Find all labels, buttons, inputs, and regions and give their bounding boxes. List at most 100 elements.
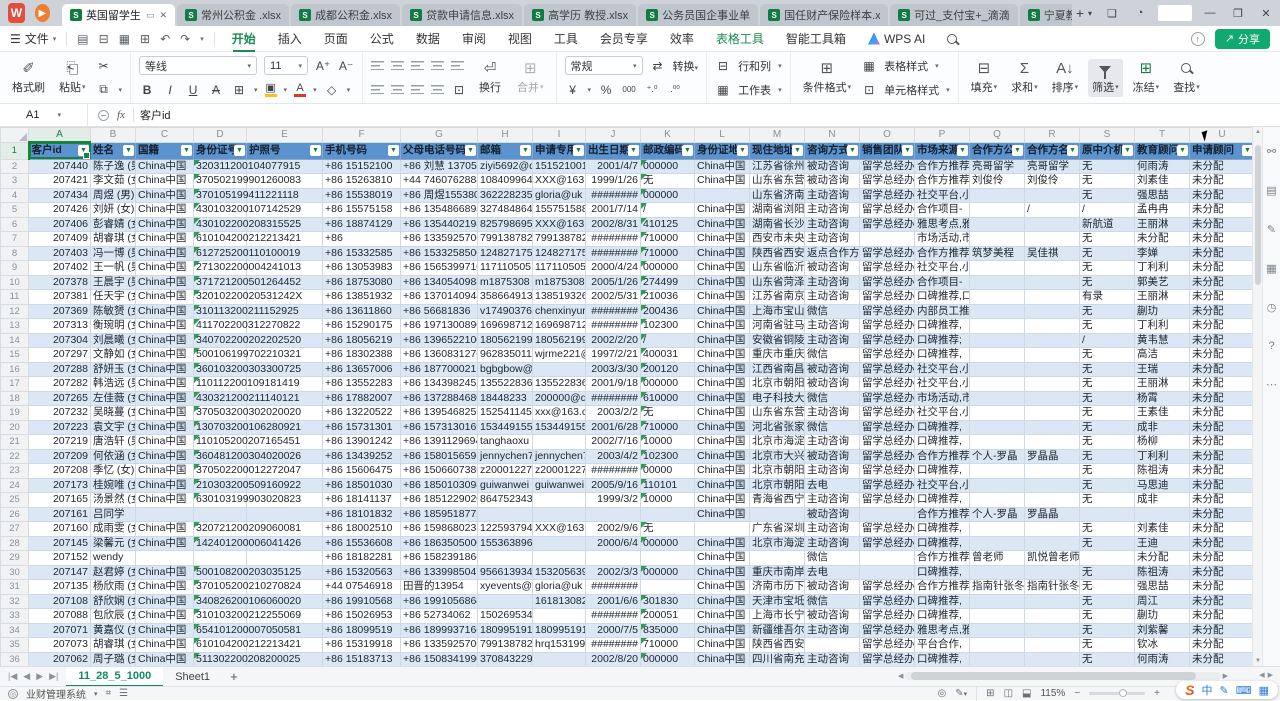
- wps-logo-icon[interactable]: W: [8, 3, 25, 23]
- cell-C7[interactable]: China中国: [136, 232, 194, 247]
- cell-M7[interactable]: 西安市未央: [750, 232, 805, 247]
- cell-B8[interactable]: 冯一博 (男: [91, 246, 136, 261]
- cell-H12[interactable]: v17490376: [478, 304, 533, 319]
- cell-B14[interactable]: 刘晨曦 (女: [91, 333, 136, 348]
- new-tab-button[interactable]: +: [1076, 5, 1084, 21]
- cell-N13[interactable]: 主动咨询: [805, 319, 860, 334]
- cell-T11[interactable]: 王丽淋: [1135, 290, 1190, 305]
- align-middle-icon[interactable]: [391, 61, 404, 70]
- cell-B5[interactable]: 刘妍 (女): [91, 203, 136, 218]
- filter-dropdown-icon[interactable]: ▼: [1242, 145, 1252, 156]
- row-header-17[interactable]: 17: [1, 377, 29, 392]
- cell-L32[interactable]: China中国: [695, 594, 750, 609]
- filter-dropdown-icon[interactable]: ▼: [847, 145, 858, 156]
- cell-C29[interactable]: [136, 551, 194, 566]
- cell-P25[interactable]: 口碑推荐,: [915, 493, 970, 508]
- cell-K32[interactable]: 301830: [641, 594, 695, 609]
- cell-A11[interactable]: 207381: [29, 290, 91, 305]
- cell-H36[interactable]: 370843229: [478, 652, 533, 666]
- cell-A2[interactable]: 207440: [29, 159, 91, 174]
- cell-O2[interactable]: 留学总经办: [860, 159, 915, 174]
- cell-F11[interactable]: +86 13851932: [323, 290, 401, 305]
- cell-I17[interactable]: 135522836: [533, 377, 586, 392]
- cell-Q6[interactable]: [970, 217, 1025, 232]
- cell-F3[interactable]: +86 15263810: [323, 174, 401, 189]
- cell-S27[interactable]: 无: [1080, 522, 1135, 537]
- format-painter-button[interactable]: ✐ 格式刷: [8, 59, 49, 97]
- cell-Q8[interactable]: 筑梦美程: [970, 246, 1025, 261]
- cell-R14[interactable]: [1025, 333, 1080, 348]
- decrease-decimal-icon[interactable]: .⁰⁰: [667, 84, 683, 95]
- file-tab[interactable]: S英国留学生▭✕: [62, 4, 175, 26]
- row-header-6[interactable]: 6: [1, 217, 29, 232]
- cell-P17[interactable]: 社交平台,小: [915, 377, 970, 392]
- cell-U25[interactable]: 未分配: [1190, 493, 1253, 508]
- cell-B32[interactable]: 舒欣娴 (女: [91, 594, 136, 609]
- header-cell-A1[interactable]: 客户id▼: [29, 142, 91, 159]
- cell-I12[interactable]: chenxinyur: [533, 304, 586, 319]
- cell-U14[interactable]: 未分配: [1190, 333, 1253, 348]
- cell-J6[interactable]: 2002/8/31: [586, 217, 641, 232]
- cell-O10[interactable]: 留学总经办: [860, 275, 915, 290]
- cut-button[interactable]: ✂: [96, 57, 123, 75]
- export-icon[interactable]: ⊟: [99, 32, 109, 46]
- cell-U7[interactable]: 未分配: [1190, 232, 1253, 247]
- cell-R4[interactable]: [1025, 188, 1080, 203]
- cell-T25[interactable]: 成非: [1135, 493, 1190, 508]
- percent-icon[interactable]: %: [598, 83, 614, 97]
- column-header-R[interactable]: R: [1025, 128, 1080, 143]
- cell-H35[interactable]: 799138782: [478, 638, 533, 653]
- cell-S28[interactable]: 无: [1080, 536, 1135, 551]
- cell-U30[interactable]: 未分配: [1190, 565, 1253, 580]
- cell-T10[interactable]: 郭美艺: [1135, 275, 1190, 290]
- cell-R19[interactable]: [1025, 406, 1080, 421]
- cell-A10[interactable]: 207378: [29, 275, 91, 290]
- cell-I5[interactable]: 155751588: [533, 203, 586, 218]
- cell-S26[interactable]: [1080, 507, 1135, 522]
- cell-D30[interactable]: 500108200203035125: [194, 565, 247, 580]
- cell-Q36[interactable]: [970, 652, 1025, 666]
- cell-S34[interactable]: 无: [1080, 623, 1135, 638]
- cell-H7[interactable]: 799138782: [478, 232, 533, 247]
- cell-P36[interactable]: 口碑推荐,: [915, 652, 970, 666]
- cell-M31[interactable]: 济南市历下: [750, 580, 805, 595]
- cell-S9[interactable]: 无: [1080, 261, 1135, 276]
- cell-U28[interactable]: 未分配: [1190, 536, 1253, 551]
- cell-M33[interactable]: 上海市长宁: [750, 609, 805, 624]
- cell-P8[interactable]: 合作方推荐: [915, 246, 970, 261]
- cell-S24[interactable]: 无: [1080, 478, 1135, 493]
- column-header-L[interactable]: L: [695, 128, 750, 143]
- cell-H6[interactable]: 825798695: [478, 217, 533, 232]
- cell-P5[interactable]: 合作项目-: [915, 203, 970, 218]
- cell-K30[interactable]: 000000: [641, 565, 695, 580]
- cell-G16[interactable]: +86 1877000215: [401, 362, 478, 377]
- filter-dropdown-icon[interactable]: ▼: [1012, 145, 1023, 156]
- qat-more-icon[interactable]: ▾: [200, 35, 204, 43]
- header-cell-O1[interactable]: 销售团队▼: [860, 142, 915, 159]
- file-tab[interactable]: S可过_支付宝+_滴滴: [890, 4, 1018, 26]
- cell-style-button[interactable]: ⊡ 单元格样式▾: [861, 81, 950, 99]
- header-cell-E1[interactable]: 护照号▼: [247, 142, 323, 159]
- column-header-U[interactable]: U: [1190, 128, 1253, 143]
- cell-F6[interactable]: +86 18874129: [323, 217, 401, 232]
- cell-J30[interactable]: 2002/3/3: [586, 565, 641, 580]
- cell-H10[interactable]: m1875308: [478, 275, 533, 290]
- align-center-icon[interactable]: [391, 85, 404, 94]
- menu-wps-ai[interactable]: WPS AI: [857, 26, 936, 52]
- cell-R9[interactable]: [1025, 261, 1080, 276]
- column-header-D[interactable]: D: [194, 128, 247, 143]
- cell-F33[interactable]: +86 15026953: [323, 609, 401, 624]
- cell-A14[interactable]: 207304: [29, 333, 91, 348]
- cell-L30[interactable]: China中国: [695, 565, 750, 580]
- filter-dropdown-icon[interactable]: ▼: [123, 145, 134, 156]
- cell-M19[interactable]: 山东省东营: [750, 406, 805, 421]
- cell-J27[interactable]: 2002/9/6: [586, 522, 641, 537]
- cell-I7[interactable]: 799138782: [533, 232, 586, 247]
- header-cell-R1[interactable]: 合作方名▼: [1025, 142, 1080, 159]
- cell-T30[interactable]: 陈祖涛: [1135, 565, 1190, 580]
- cell-U16[interactable]: 未分配: [1190, 362, 1253, 377]
- cell-T9[interactable]: 丁利利: [1135, 261, 1190, 276]
- cell-F7[interactable]: +86: [323, 232, 401, 247]
- cell-Q4[interactable]: [970, 188, 1025, 203]
- cell-K15[interactable]: 400031: [641, 348, 695, 363]
